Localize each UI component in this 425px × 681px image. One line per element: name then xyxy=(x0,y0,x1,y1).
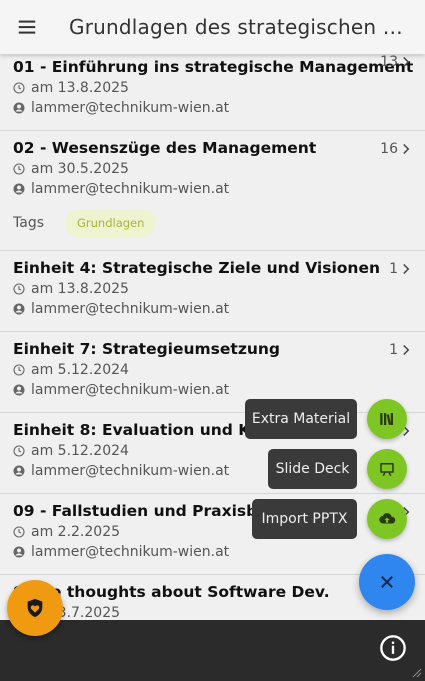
slide-deck-label[interactable]: Slide Deck xyxy=(268,449,357,489)
item-date-text: am 5.12.2024 xyxy=(31,443,129,459)
clock-icon xyxy=(13,82,25,94)
list-item[interactable]: 01 - Einführung ins strategische Managem… xyxy=(0,54,425,131)
clock-icon xyxy=(13,364,25,376)
tags-row: Tags Grundlagen xyxy=(13,209,412,237)
menu-icon xyxy=(18,20,36,34)
deck-list: 01 - Einführung ins strategische Managem… xyxy=(0,54,425,620)
item-author-text: lammer@technikum-wien.at xyxy=(31,544,230,560)
item-count: 1 xyxy=(389,342,411,358)
tag-chip[interactable]: Grundlagen xyxy=(65,209,157,237)
extra-material-button[interactable] xyxy=(367,399,407,439)
library-books-icon xyxy=(380,413,393,426)
close-icon xyxy=(381,576,393,588)
item-title: Einheit 7: Strategieumsetzung xyxy=(13,340,281,358)
item-count-text: 1 xyxy=(389,342,398,358)
presentation-icon xyxy=(380,463,394,477)
extra-material-label[interactable]: Extra Material xyxy=(245,399,357,439)
clock-icon xyxy=(13,445,25,457)
item-date: am 13.8.2025 xyxy=(13,279,412,299)
chevron-right-icon xyxy=(403,344,410,356)
chevron-right-icon xyxy=(403,263,410,275)
account-circle-icon xyxy=(13,384,25,396)
item-date-text: am 5.12.2024 xyxy=(31,362,129,378)
list-item[interactable]: Einheit 8: Evaluation und Kontrolle am 5… xyxy=(0,413,425,494)
list-item[interactable]: 09 - Fallstudien und Praxisbeispiele am … xyxy=(0,494,425,575)
item-author: lammer@technikum-wien.at xyxy=(13,179,412,199)
chevron-right-icon xyxy=(403,143,410,155)
item-date: am 13.8.2025 xyxy=(13,78,412,98)
speed-dial-close-button[interactable] xyxy=(359,554,415,610)
item-title: Some thoughts about Software Dev. xyxy=(13,583,330,601)
clock-icon xyxy=(13,283,25,295)
item-title: 01 - Einführung ins strategische Managem… xyxy=(13,58,414,76)
item-date: am 30.5.2025 xyxy=(13,159,412,179)
cloud-upload-icon xyxy=(379,513,396,524)
tags-label: Tags xyxy=(13,215,44,231)
item-count-text: 16 xyxy=(380,141,398,157)
account-circle-icon xyxy=(13,546,25,558)
clock-icon xyxy=(13,526,25,538)
import-pptx-button[interactable] xyxy=(367,499,407,539)
item-date-text: am 2.2.2025 xyxy=(31,524,121,540)
item-date-text: am 13.8.2025 xyxy=(31,80,129,96)
item-author: lammer@technikum-wien.at xyxy=(13,98,412,118)
info-icon[interactable] xyxy=(379,634,407,662)
list-item[interactable]: 02 - Wesenszüge des Management am 30.5.2… xyxy=(0,131,425,251)
item-count: 13 xyxy=(380,54,411,70)
resize-grip-icon[interactable] xyxy=(412,668,422,678)
bottom-bar xyxy=(0,620,425,681)
item-date-text: am 13.8.2025 xyxy=(31,281,129,297)
account-circle-icon xyxy=(13,102,25,114)
import-pptx-label[interactable]: Import PPTX xyxy=(252,499,357,539)
list-item[interactable]: Einheit 7: Strategieumsetzung am 5.12.20… xyxy=(0,332,425,413)
item-author: lammer@technikum-wien.at xyxy=(13,380,412,400)
item-author-text: lammer@technikum-wien.at xyxy=(31,463,230,479)
item-count: 16 xyxy=(380,141,411,157)
item-date: am 3.7.2025 xyxy=(13,603,412,620)
item-author-text: lammer@technikum-wien.at xyxy=(31,301,230,317)
item-author-text: lammer@technikum-wien.at xyxy=(31,100,230,116)
item-title: 02 - Wesenszüge des Management xyxy=(13,139,317,157)
item-count: 1 xyxy=(389,261,411,277)
menu-button[interactable] xyxy=(0,0,54,54)
item-count-text: 1 xyxy=(389,261,398,277)
item-date-text: am 30.5.2025 xyxy=(31,161,129,177)
account-circle-icon xyxy=(13,183,25,195)
account-circle-icon xyxy=(13,465,25,477)
page-title: Grundlagen des strategischen Managements xyxy=(69,15,409,39)
item-title: Einheit 4: Strategische Ziele und Vision… xyxy=(13,259,380,277)
clock-icon xyxy=(13,163,25,175)
slide-deck-button[interactable] xyxy=(367,449,407,489)
item-date: am 5.12.2024 xyxy=(13,360,412,380)
item-author-text: lammer@technikum-wien.at xyxy=(31,382,230,398)
list-item[interactable]: Einheit 4: Strategische Ziele und Vision… xyxy=(0,251,425,332)
item-author: lammer@technikum-wien.at xyxy=(13,299,412,319)
item-author: lammer@technikum-wien.at xyxy=(13,542,412,562)
item-author-text: lammer@technikum-wien.at xyxy=(31,181,230,197)
chevron-right-icon xyxy=(403,56,410,68)
app-bar: Grundlagen des strategischen Managements xyxy=(0,0,425,54)
account-circle-icon xyxy=(13,303,25,315)
heart-shield-icon xyxy=(27,598,43,618)
item-count-text: 13 xyxy=(380,54,398,70)
favorite-button[interactable] xyxy=(7,580,63,636)
